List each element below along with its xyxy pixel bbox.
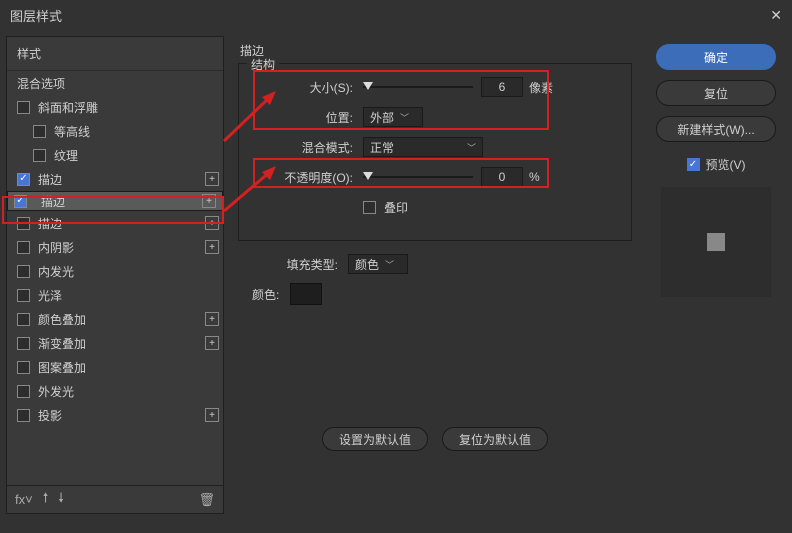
- style-checkbox[interactable]: [17, 409, 30, 422]
- style-label: 描边: [38, 215, 62, 232]
- sidebar-item-7[interactable]: 内发光: [7, 259, 223, 283]
- sidebar-item-4[interactable]: 描边 +: [7, 191, 223, 211]
- preview-box: [661, 187, 771, 297]
- style-label: 描边: [38, 171, 62, 188]
- new-style-button[interactable]: 新建样式(W)...: [656, 116, 776, 142]
- sidebar-item-2[interactable]: 纹理: [7, 143, 223, 167]
- chevron-down-icon: ﹀: [400, 111, 409, 124]
- sidebar-item-0[interactable]: 斜面和浮雕: [7, 95, 223, 119]
- sidebar-item-9[interactable]: 颜色叠加 +: [7, 307, 223, 331]
- style-label: 投影: [38, 407, 62, 424]
- style-label: 描边: [41, 193, 65, 210]
- add-icon[interactable]: +: [202, 194, 216, 208]
- add-icon[interactable]: +: [205, 336, 219, 350]
- size-slider[interactable]: [363, 80, 473, 94]
- size-input[interactable]: 6: [481, 77, 523, 97]
- sidebar-header: 样式: [7, 37, 223, 71]
- style-checkbox[interactable]: [17, 313, 30, 326]
- blend-mode-label: 混合模式:: [253, 139, 363, 156]
- position-label: 位置:: [253, 109, 363, 126]
- sidebar-item-1[interactable]: 等高线: [7, 119, 223, 143]
- style-label: 等高线: [54, 123, 90, 140]
- style-label: 外发光: [38, 383, 74, 400]
- up-icon[interactable]: 🠕: [43, 489, 49, 511]
- cancel-button[interactable]: 复位: [656, 80, 776, 106]
- add-icon[interactable]: +: [205, 216, 219, 230]
- trash-icon[interactable]: 🗑: [198, 492, 215, 508]
- overprint-checkbox[interactable]: [363, 201, 376, 214]
- structure-group: 结构 大小(S): 6 像素 位置: 外部﹀ 混合模式: 正常﹀ 不: [238, 63, 632, 241]
- sidebar-item-6[interactable]: 内阴影 +: [7, 235, 223, 259]
- opacity-label: 不透明度(O):: [253, 169, 363, 186]
- fill-type-label: 填充类型:: [268, 256, 348, 273]
- style-label: 图案叠加: [38, 359, 86, 376]
- add-icon[interactable]: +: [205, 312, 219, 326]
- opacity-slider[interactable]: [363, 170, 473, 184]
- set-default-button[interactable]: 设置为默认值: [322, 427, 428, 451]
- opacity-input[interactable]: 0: [481, 167, 523, 187]
- sidebar-item-10[interactable]: 渐变叠加 +: [7, 331, 223, 355]
- style-label: 内阴影: [38, 239, 74, 256]
- style-checkbox[interactable]: [17, 265, 30, 278]
- add-icon[interactable]: +: [205, 172, 219, 186]
- style-checkbox[interactable]: [17, 385, 30, 398]
- preview-label: 预览(V): [706, 156, 746, 173]
- blend-mode-select[interactable]: 正常﹀: [363, 137, 483, 157]
- sidebar-item-5[interactable]: 描边 +: [7, 211, 223, 235]
- style-checkbox[interactable]: [33, 125, 46, 138]
- style-checkbox[interactable]: [17, 241, 30, 254]
- style-label: 内发光: [38, 263, 74, 280]
- size-unit: 像素: [529, 79, 559, 96]
- fx-icon[interactable]: fx˅: [15, 492, 33, 507]
- styles-sidebar: 样式 混合选项 斜面和浮雕等高线纹理描边 + 描边 + 描边 + 内阴影 + 内发光光泽颜色叠加…: [6, 36, 224, 514]
- color-label: 颜色:: [238, 286, 290, 303]
- dialog-title: 图层样式: [10, 6, 62, 25]
- style-label: 渐变叠加: [38, 335, 86, 352]
- style-label: 纹理: [54, 147, 78, 164]
- preview-checkbox[interactable]: [687, 158, 700, 171]
- sidebar-item-13[interactable]: 投影 +: [7, 403, 223, 427]
- preview-swatch: [707, 233, 725, 251]
- style-checkbox[interactable]: [17, 289, 30, 302]
- close-icon[interactable]: ✕: [770, 7, 782, 24]
- down-icon[interactable]: 🠗: [58, 489, 64, 511]
- opacity-unit: %: [529, 170, 559, 184]
- style-checkbox[interactable]: [17, 101, 30, 114]
- position-select[interactable]: 外部﹀: [363, 107, 423, 127]
- blending-options-row[interactable]: 混合选项: [7, 71, 223, 95]
- style-checkbox[interactable]: [33, 149, 46, 162]
- fill-type-select[interactable]: 颜色﹀: [348, 254, 408, 274]
- sidebar-item-8[interactable]: 光泽: [7, 283, 223, 307]
- reset-default-button[interactable]: 复位为默认值: [442, 427, 548, 451]
- sidebar-item-11[interactable]: 图案叠加: [7, 355, 223, 379]
- style-checkbox[interactable]: [17, 173, 30, 186]
- style-label: 光泽: [38, 287, 62, 304]
- style-checkbox[interactable]: [17, 337, 30, 350]
- chevron-down-icon: ﹀: [385, 258, 394, 271]
- size-label: 大小(S):: [253, 79, 363, 96]
- add-icon[interactable]: +: [205, 240, 219, 254]
- ok-button[interactable]: 确定: [656, 44, 776, 70]
- structure-legend: 结构: [247, 56, 279, 73]
- sidebar-item-12[interactable]: 外发光: [7, 379, 223, 403]
- style-label: 斜面和浮雕: [38, 99, 98, 116]
- add-icon[interactable]: +: [205, 408, 219, 422]
- style-checkbox[interactable]: [17, 217, 30, 230]
- style-checkbox[interactable]: [14, 195, 27, 208]
- chevron-down-icon: ﹀: [467, 141, 476, 154]
- style-label: 颜色叠加: [38, 311, 86, 328]
- color-swatch[interactable]: [290, 283, 322, 305]
- style-checkbox[interactable]: [17, 361, 30, 374]
- panel-title: 描边: [238, 42, 632, 59]
- sidebar-item-3[interactable]: 描边 +: [7, 167, 223, 191]
- overprint-label: 叠印: [384, 199, 408, 216]
